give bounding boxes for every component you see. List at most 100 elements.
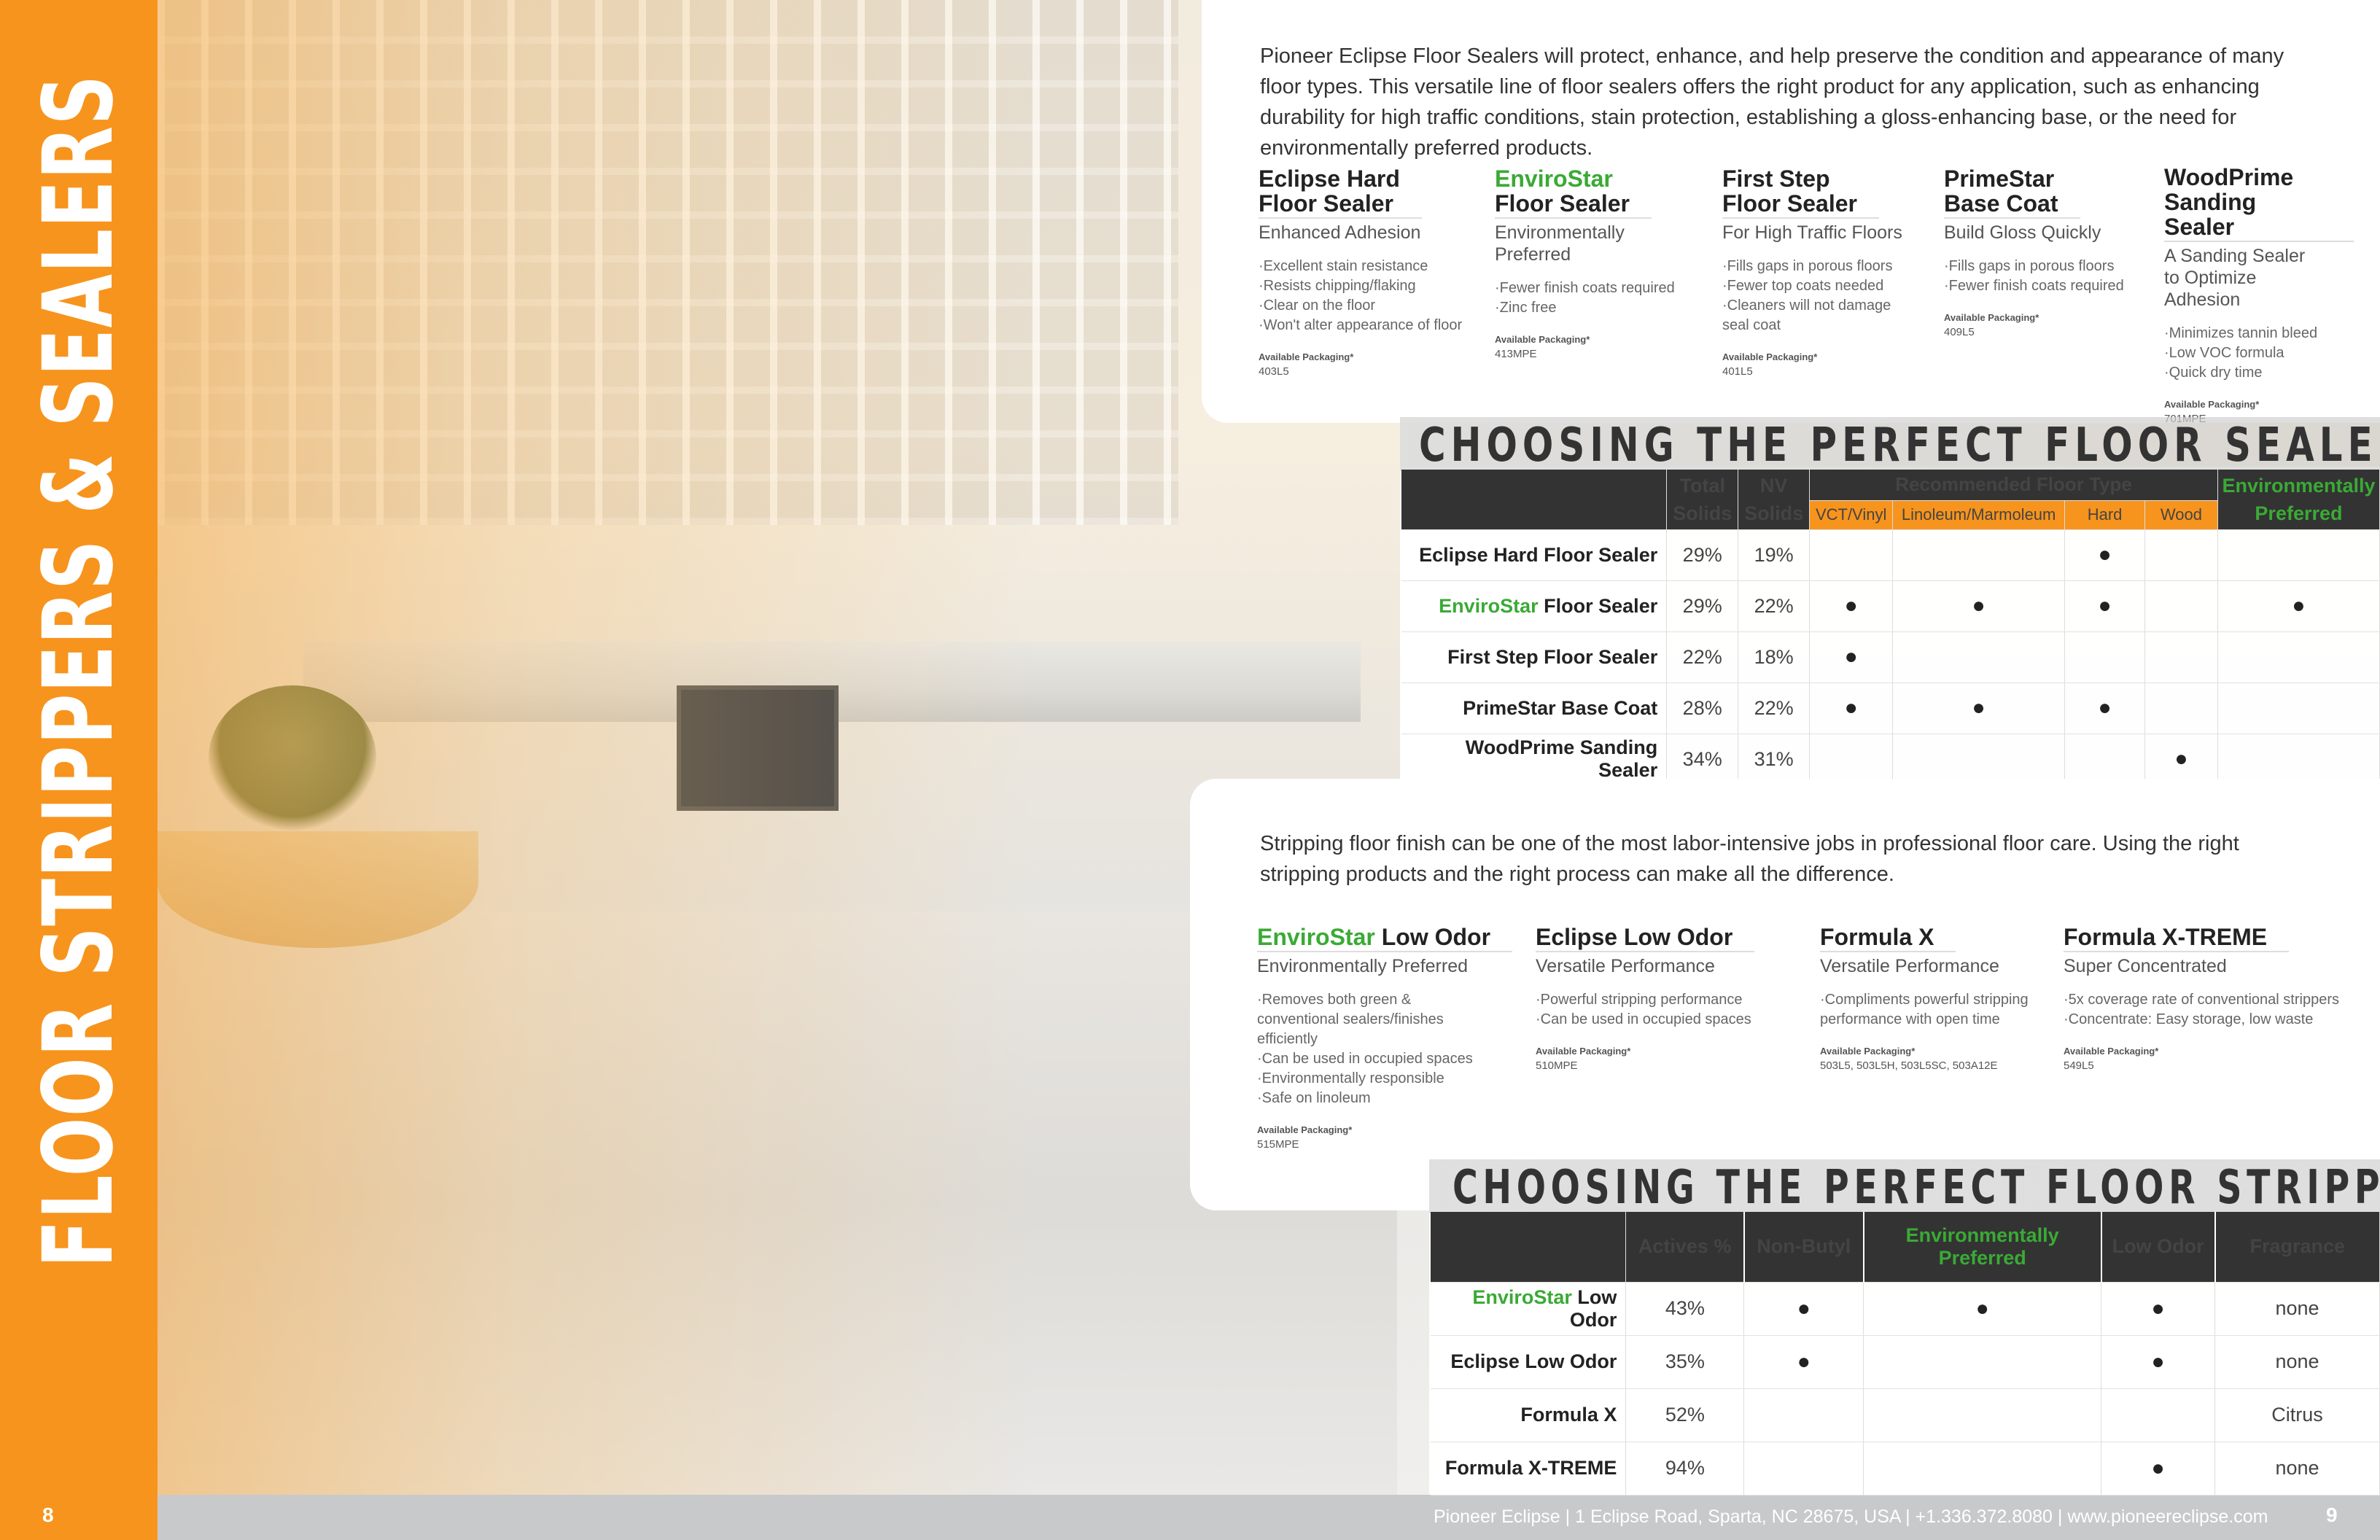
page-number-right: 9 xyxy=(2326,1504,2338,1526)
side-title: FLOOR STRIPPERS & SEALERS xyxy=(23,74,135,1268)
mark-cell: ● xyxy=(2064,529,2145,581)
nv-solids-value: 19% xyxy=(1738,529,1811,581)
mark-cell xyxy=(1863,1335,2102,1389)
sealer-comparison-table: Total Solids NV Solids Recommended Floor… xyxy=(1401,470,2380,785)
packaging-label: Available Packaging* xyxy=(2164,399,2260,410)
table-row: WoodPrime Sanding Sealer 34% 31% ● xyxy=(1401,734,2380,785)
stripper-comparison-table: Actives % Non-Butyl Environmentally Pref… xyxy=(1431,1212,2380,1496)
col-recommended-floor-type: Recommended Floor Type xyxy=(1809,470,2218,501)
total-solids-value: 34% xyxy=(1666,734,1739,785)
table-row: EnviroStar Floor Sealer 29% 22% ● ● ● ● xyxy=(1401,580,2380,632)
packaging-code: 515MPE xyxy=(1257,1138,1299,1151)
row-name: Eclipse Hard Floor Sealer xyxy=(1401,529,1668,581)
mark-cell xyxy=(1892,734,2066,785)
product-features: Fills gaps in porous floors Fewer top co… xyxy=(1722,257,1897,335)
mark-cell: ● xyxy=(1892,682,2066,734)
product-name: Eclipse Hard Floor Sealer xyxy=(1259,166,1422,219)
packaging-code: 503L5, 503L5H, 503L5SC, 503A12E xyxy=(1820,1059,1998,1072)
product-tagline: For High Traffic Floors xyxy=(1722,222,1902,243)
row-name: EnviroStar Floor Sealer xyxy=(1401,580,1668,632)
mark-cell: ● xyxy=(2064,580,2145,632)
product-tagline: Environmentally Preferred xyxy=(1257,956,1469,976)
product-name: First Step Floor Sealer xyxy=(1722,166,1879,219)
packaging-code: 549L5 xyxy=(2064,1059,2094,1072)
product-features: Fewer finish coats required Zinc free xyxy=(1495,279,1699,318)
mark-cell: ● xyxy=(2101,1335,2216,1389)
total-solids-value: 29% xyxy=(1666,529,1739,581)
product-name: Eclipse Low Odor xyxy=(1536,925,1755,952)
table-row: Eclipse Hard Floor Sealer 29% 19% ● xyxy=(1401,529,2380,581)
actives-value: 94% xyxy=(1625,1442,1745,1496)
product-tagline: A Sanding Sealer to Optimize Adhesion xyxy=(2164,246,2306,310)
nv-solids-value: 31% xyxy=(1738,734,1811,785)
mark-cell xyxy=(1809,529,1894,581)
table-row: Formula X-TREME 94% ● none xyxy=(1431,1442,2380,1496)
packaging-label: Available Packaging* xyxy=(1536,1046,1631,1057)
table-row: Formula X 52% Citrus xyxy=(1431,1388,2380,1442)
packaging-code: 409L5 xyxy=(1944,326,1975,338)
col-low-odor: Low Odor xyxy=(2101,1212,2216,1283)
mark-cell: ● xyxy=(1809,682,1894,734)
mark-cell xyxy=(2217,631,2380,683)
col-nv-solids: NV Solids xyxy=(1738,470,1811,530)
table-row: First Step Floor Sealer 22% 18% ● xyxy=(1401,631,2380,683)
feature-item: Fills gaps in porous floors xyxy=(1944,257,2148,276)
product-tagline: Versatile Performance xyxy=(1820,956,1999,976)
product-formula-x-treme: Formula X-TREME Super Concentrated 5x co… xyxy=(2064,925,2341,1072)
mark-cell xyxy=(2217,529,2380,581)
mark-cell xyxy=(2217,734,2380,785)
product-features: 5x coverage rate of conventional strippe… xyxy=(2064,990,2341,1030)
product-name: Formula X xyxy=(1820,925,1956,952)
feature-item: Quick dry time xyxy=(2164,363,2354,383)
sealers-intro: Pioneer Eclipse Floor Sealers will prote… xyxy=(1260,44,2284,160)
col-fragrance: Fragrance xyxy=(2214,1212,2380,1283)
mark-cell xyxy=(2064,631,2145,683)
mark-cell: ● xyxy=(2144,734,2218,785)
mark-cell xyxy=(1892,631,2066,683)
col-non-butyl: Non-Butyl xyxy=(1743,1212,1864,1283)
packaging-label: Available Packaging* xyxy=(1944,312,2039,323)
mark-cell xyxy=(1863,1442,2102,1496)
product-formula-x: Formula X Versatile Performance Complime… xyxy=(1820,925,2053,1072)
product-first-step-floor-sealer: First Step Floor Sealer For High Traffic … xyxy=(1722,166,1926,378)
mark-cell xyxy=(2144,580,2218,632)
product-primestar-base-coat: PrimeStarBase Coat Build Gloss Quickly F… xyxy=(1944,166,2148,338)
product-woodprime-sanding-sealer: WoodPrime Sanding Sealer A Sanding Sealer… xyxy=(2164,165,2354,425)
mark-cell xyxy=(1809,734,1894,785)
packaging-label: Available Packaging* xyxy=(1820,1046,1916,1057)
feature-item: Environmentally responsible xyxy=(1257,1069,1490,1089)
mark-cell: ● xyxy=(1743,1335,1864,1389)
col-actives: Actives % xyxy=(1625,1212,1745,1283)
mark-cell xyxy=(1892,529,2066,581)
mark-cell: ● xyxy=(1809,580,1894,632)
nv-solids-value: 18% xyxy=(1738,631,1811,683)
packaging-code: 510MPE xyxy=(1536,1059,1578,1072)
col-vct-vinyl: VCT/Vinyl xyxy=(1809,500,1894,530)
mark-cell xyxy=(2217,682,2380,734)
feature-item: 5x coverage rate of conventional strippe… xyxy=(2064,990,2341,1010)
fragrance-value: none xyxy=(2214,1442,2380,1496)
feature-item: Compliments powerful stripping performan… xyxy=(1820,990,2031,1030)
mark-cell: ● xyxy=(2101,1442,2216,1496)
col-total-solids: Total Solids xyxy=(1666,470,1739,530)
packaging-code: 413MPE xyxy=(1495,348,1537,360)
row-name: Eclipse Low Odor xyxy=(1431,1335,1627,1389)
feature-item: Can be used in occupied spaces xyxy=(1536,1010,1798,1030)
mark-cell: ● xyxy=(1892,580,2066,632)
product-envirostar-floor-sealer: EnviroStar Floor Sealer Environmentally P… xyxy=(1495,166,1699,360)
product-features: Compliments powerful stripping performan… xyxy=(1820,990,2031,1030)
feature-item: Can be used in occupied spaces xyxy=(1257,1049,1490,1069)
mark-cell: ● xyxy=(2101,1282,2216,1336)
feature-item: Won't alter appearance of floor xyxy=(1259,316,1477,335)
page-number-left: 8 xyxy=(42,1504,54,1526)
table-row: PrimeStar Base Coat 28% 22% ● ● ● xyxy=(1401,682,2380,734)
row-name: First Step Floor Sealer xyxy=(1401,631,1668,683)
mark-cell xyxy=(1863,1388,2102,1442)
table-row: Eclipse Low Odor 35% ● ● none xyxy=(1431,1335,2380,1389)
product-eclipse-hard-floor-sealer: Eclipse Hard Floor Sealer Enhanced Adhesi… xyxy=(1259,166,1477,378)
mark-cell: ● xyxy=(1809,631,1894,683)
packaging-label: Available Packaging* xyxy=(1259,351,1354,362)
row-name: EnviroStar Low Odor xyxy=(1431,1282,1627,1336)
product-name: EnviroStar Floor Sealer xyxy=(1495,166,1652,219)
fragrance-value: none xyxy=(2214,1335,2380,1389)
